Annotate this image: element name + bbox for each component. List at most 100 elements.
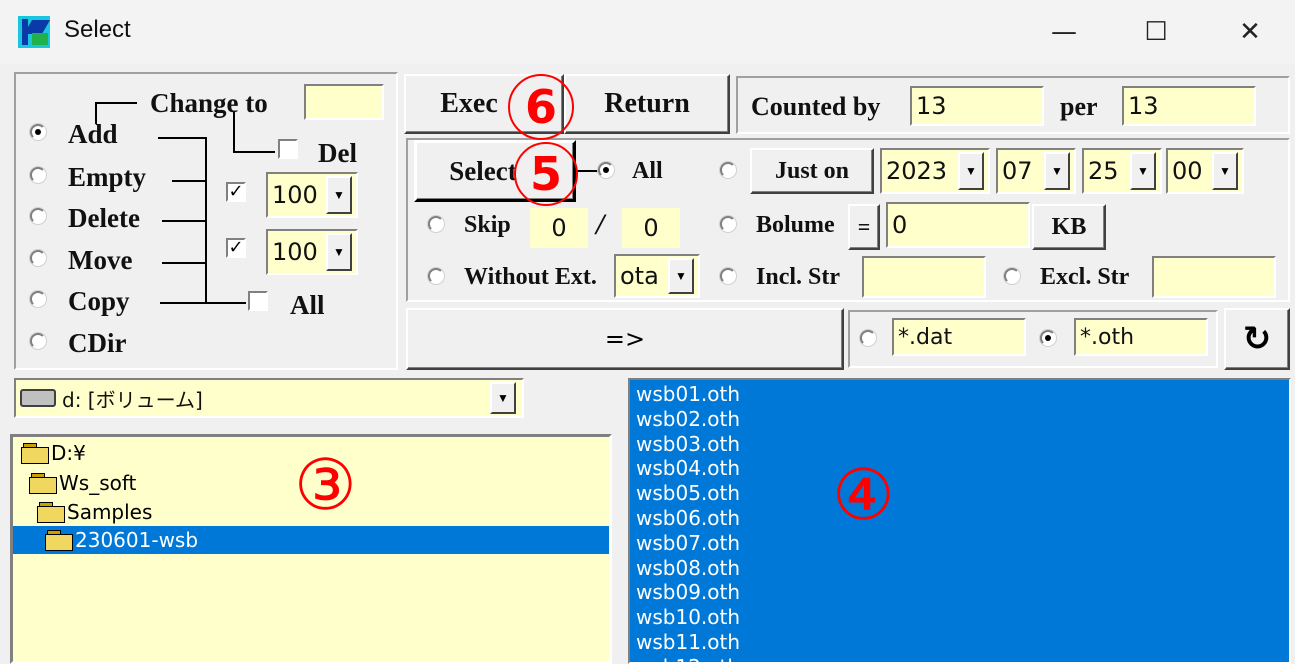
radio-cdir-label: CDir — [68, 328, 127, 358]
equals-button[interactable]: = — [848, 204, 880, 250]
excl-str-field[interactable] — [1152, 256, 1276, 298]
app-icon — [18, 16, 51, 48]
connector-line — [233, 151, 275, 153]
list-item[interactable]: wsb08.oth — [636, 556, 740, 581]
connector-line — [162, 262, 206, 264]
radio-copy[interactable] — [30, 291, 46, 307]
kb-label: KB — [1051, 213, 1087, 240]
tree-item-label: 230601-wsb — [75, 528, 199, 552]
change-to-label: Change to — [150, 88, 268, 118]
tree-item-samples[interactable]: Samples — [37, 498, 152, 526]
window-title: Select — [64, 16, 131, 43]
list-item[interactable]: wsb05.oth — [636, 481, 740, 506]
del-label: Del — [318, 138, 357, 168]
without-ext-dropdown-arrow[interactable]: ▼ — [668, 258, 694, 294]
day-dropdown-arrow[interactable]: ▼ — [1130, 152, 1156, 190]
connector-line — [162, 220, 206, 222]
all-label: All — [290, 290, 325, 320]
just-on-label: Just on — [774, 157, 850, 184]
combo1-dropdown-arrow[interactable]: ▼ — [326, 176, 352, 214]
filter-dat-field[interactable]: *.dat — [892, 318, 1026, 356]
exec-label: Exec — [440, 88, 498, 119]
tree-item-ws-soft[interactable]: Ws_soft — [29, 469, 136, 497]
filter-oth-field[interactable]: *.oth — [1074, 318, 1208, 356]
select-label: Select — [449, 155, 517, 186]
change-to-field[interactable] — [304, 84, 384, 120]
combo2-dropdown-arrow[interactable]: ▼ — [326, 233, 352, 271]
list-item[interactable]: wsb12.oth — [636, 655, 740, 662]
annotation-3: ③ — [294, 444, 357, 526]
drive-dropdown-arrow[interactable]: ▼ — [490, 382, 516, 414]
all-checkbox[interactable] — [248, 291, 268, 311]
file-list[interactable]: wsb01.oth wsb02.oth wsb03.oth wsb04.oth … — [628, 378, 1291, 664]
excl-str-label: Excl. Str — [1040, 264, 1130, 290]
title-bar: Select — ☐ ✕ — [0, 0, 1295, 64]
radio-incl-str[interactable] — [720, 268, 736, 284]
return-button[interactable]: Return — [564, 74, 730, 134]
radio-filter-oth[interactable] — [1040, 330, 1056, 346]
radio-just-on[interactable] — [720, 162, 736, 178]
radio-add[interactable] — [30, 124, 46, 140]
arrow-button[interactable]: => — [406, 308, 844, 370]
tree-item-root[interactable]: D:¥ — [21, 439, 86, 467]
arrow-label: => — [604, 325, 646, 353]
close-button[interactable]: ✕ — [1210, 8, 1290, 56]
radio-all[interactable] — [598, 162, 614, 178]
combo1-checkbox[interactable]: ✓ — [226, 182, 246, 202]
minimize-button[interactable]: — — [1024, 8, 1104, 56]
tree-item-label: Samples — [67, 500, 153, 524]
drive-icon — [20, 389, 56, 407]
incl-str-field[interactable] — [862, 256, 986, 298]
drive-combo[interactable]: d: [ボリューム] — [14, 378, 524, 418]
equals-label: = — [857, 214, 871, 239]
list-item[interactable]: wsb04.oth — [636, 456, 740, 481]
list-item[interactable]: wsb07.oth — [636, 531, 740, 556]
bolume-field[interactable]: 0 — [886, 202, 1030, 248]
list-item[interactable]: wsb01.oth — [636, 382, 740, 407]
just-on-button[interactable]: Just on — [750, 148, 874, 194]
list-item[interactable]: wsb09.oth — [636, 580, 740, 605]
list-item[interactable]: wsb11.oth — [636, 630, 740, 655]
radio-excl-str[interactable] — [1004, 268, 1020, 284]
skip-a-field[interactable]: 0 — [530, 208, 588, 248]
radio-empty-label: Empty — [68, 162, 147, 192]
radio-filter-dat[interactable] — [860, 330, 876, 346]
radio-skip[interactable] — [428, 216, 444, 232]
bolume-label: Bolume — [756, 212, 835, 238]
folder-icon — [29, 473, 57, 494]
combo2-checkbox[interactable]: ✓ — [226, 238, 246, 258]
connector-line — [95, 102, 137, 104]
list-item[interactable]: wsb03.oth — [636, 432, 740, 457]
list-item[interactable]: wsb02.oth — [636, 407, 740, 432]
folder-icon — [37, 502, 65, 523]
radio-empty[interactable] — [30, 167, 46, 183]
annotation-4: ④ — [832, 454, 895, 536]
per-field[interactable]: 13 — [1122, 86, 1256, 126]
folder-icon — [21, 443, 49, 464]
hour-dropdown-arrow[interactable]: ▼ — [1212, 152, 1238, 190]
list-item[interactable]: wsb06.oth — [636, 506, 740, 531]
radio-move[interactable] — [30, 250, 46, 266]
radio-copy-label: Copy — [68, 286, 130, 316]
skip-b-field[interactable]: 0 — [622, 208, 680, 248]
year-dropdown-arrow[interactable]: ▼ — [958, 152, 984, 190]
counted-by-field[interactable]: 13 — [910, 86, 1044, 126]
radio-delete-label: Delete — [68, 203, 140, 233]
del-checkbox[interactable] — [278, 139, 298, 159]
radio-without-ext[interactable] — [428, 268, 444, 284]
radio-add-label: Add — [68, 119, 118, 149]
radio-cdir[interactable] — [30, 333, 46, 349]
tree-item-label: D:¥ — [51, 441, 86, 465]
connector-line — [172, 180, 206, 182]
annotation-5: 5 — [514, 142, 578, 206]
list-item[interactable]: wsb10.oth — [636, 605, 740, 630]
radio-bolume[interactable] — [720, 216, 736, 232]
month-dropdown-arrow[interactable]: ▼ — [1044, 152, 1070, 190]
kb-button[interactable]: KB — [1032, 204, 1106, 250]
annotation-6: 6 — [508, 74, 574, 140]
connector-line — [158, 137, 206, 139]
radio-delete[interactable] — [30, 208, 46, 224]
tree-item-selected-folder[interactable]: 230601-wsb — [13, 526, 609, 554]
refresh-button[interactable]: ↻ — [1224, 308, 1290, 370]
maximize-button[interactable]: ☐ — [1116, 8, 1196, 56]
